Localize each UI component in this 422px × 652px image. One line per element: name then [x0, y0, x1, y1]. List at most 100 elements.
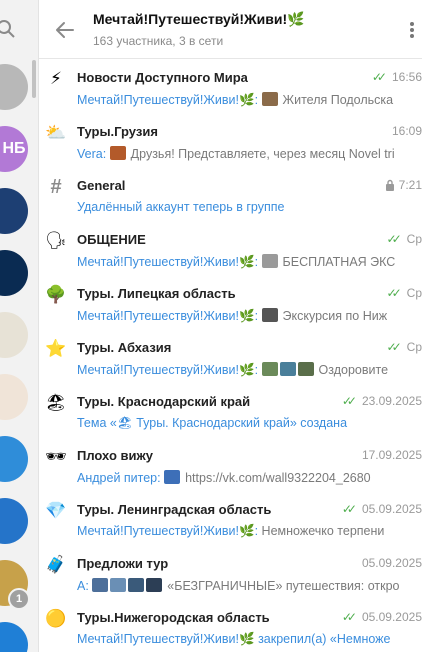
sidebar-folder-label: НБ [2, 140, 26, 157]
sidebar-folder-avatar[interactable]: НБ [0, 126, 28, 172]
read-checks-icon: ✓✓ [371, 70, 387, 84]
message-preview: A: «БЕЗГРАНИЧНЫЕ» путешествия: откро [77, 578, 400, 593]
preview-text: Жителя Подольска [282, 93, 394, 107]
sidebar-folder-avatar[interactable] [0, 250, 28, 296]
lock-icon [385, 179, 395, 191]
topic-title: Туры. Ленинградская область [77, 502, 272, 517]
sidebar-folder-avatar[interactable] [0, 498, 28, 544]
topic-meta: ✓✓ 23.09.2025 [342, 394, 422, 408]
topic-icon: # [50, 175, 62, 198]
topic-time: Ср [406, 232, 422, 246]
topic-title: Туры. Абхазия [77, 340, 172, 355]
topic-row[interactable]: # General 7:21 Удалённый аккаунт теперь в г… [39, 170, 422, 224]
media-thumbnail [92, 578, 109, 592]
sidebar-folder-avatar[interactable] [0, 374, 28, 420]
topic-row[interactable]: 🕶 Плохо вижу 17.09.2025 Андрей питер: https… [39, 440, 422, 494]
message-preview: Мечтай!Путешествуй!Живи!🌿: БЕСПЛАТНАЯ ЭК… [77, 254, 395, 270]
topic-meta: 05.09.2025 [362, 556, 422, 570]
topic-meta: ✓✓ 05.09.2025 [342, 610, 422, 624]
topic-row[interactable]: ⚡ Новости Доступного Мира ✓✓ 16:56 Мечтай!Пу… [39, 62, 422, 116]
preview-sender: Мечтай!Путешествуй!Живи!🌿: [77, 309, 259, 323]
topic-list: ⚡ Новости Доступного Мира ✓✓ 16:56 Мечтай!Пу… [39, 58, 422, 652]
topic-title: Предложи тур [77, 556, 169, 571]
topic-icon: ⛅ [45, 123, 67, 142]
topic-icon: ⭐ [45, 339, 67, 358]
topic-time: 05.09.2025 [361, 556, 422, 570]
preview-text: Оздоровите [318, 363, 389, 377]
topic-row[interactable]: 🏖 Туры. Краснодарский край ✓✓ 23.09.2025 Тем… [39, 386, 422, 440]
topic-row[interactable]: 💎 Туры. Ленинградская область ✓✓ 05.09.2025… [39, 494, 422, 548]
sidebar-folder-avatar[interactable] [0, 64, 28, 110]
preview-text: БЕСПЛАТНАЯ ЭКС [282, 255, 396, 269]
message-preview: Мечтай!Путешествуй!Живи!🌿: Оздоровите [77, 362, 388, 378]
topic-icon: ⚡ [50, 69, 62, 88]
topic-time: 7:21 [398, 178, 422, 192]
topic-time: 17.09.2025 [361, 448, 422, 462]
topic-icon: 🏖 [45, 393, 67, 412]
search-icon[interactable] [0, 18, 18, 40]
topic-title: General [77, 178, 126, 193]
topic-time: Ср [406, 286, 422, 300]
topic-meta: ✓✓ Ср [387, 232, 422, 246]
folder-sidebar: НБ 1 [0, 0, 39, 652]
media-thumbnail [109, 146, 126, 160]
topic-title: Плохо вижу [77, 448, 153, 463]
preview-text: Друзья! Представляете, через месяц Novel… [130, 147, 395, 161]
topic-row[interactable]: 🗣 ОБЩЕНИЕ ✓✓ Ср Мечтай!Путешествуй!Живи!🌿: Б… [39, 224, 422, 278]
sidebar-scrollbar[interactable] [32, 60, 36, 98]
message-preview: Удалённый аккаунт теперь в группе [77, 200, 284, 214]
preview-sender: A: [77, 579, 89, 593]
preview-sender: Мечтай!Путешествуй!Живи!🌿: [77, 363, 259, 377]
topic-meta: 16:09 [392, 124, 422, 138]
back-arrow-icon[interactable] [53, 18, 77, 42]
group-title[interactable]: Мечтай!Путешествуй!Живи!🌿 [93, 11, 305, 28]
preview-sender: Vera: [77, 147, 107, 161]
media-thumbnail [261, 92, 278, 106]
preview-text: «БЕЗГРАНИЧНЫЕ» путешествия: откро [167, 579, 400, 593]
read-checks-icon: ✓✓ [386, 340, 402, 354]
topic-row[interactable]: 🌳 Туры. Липецкая область ✓✓ Ср Мечтай!Путеше… [39, 278, 422, 332]
topic-title: Туры. Краснодарский край [77, 394, 251, 409]
topic-meta: ✓✓ 16:56 [372, 70, 422, 84]
topic-meta: 17.09.2025 [362, 448, 422, 462]
topic-row[interactable]: 🟡 Туры.Нижегородская область ✓✓ 05.09.2025 М… [39, 602, 422, 652]
topic-time: 16:09 [391, 124, 422, 138]
preview-sender: Мечтай!Путешествуй!Живи!🌿: [77, 255, 259, 269]
topic-title: Туры.Грузия [77, 124, 158, 139]
media-thumbnail [146, 578, 163, 592]
media-thumbnail [279, 362, 296, 376]
topic-icon: 🟡 [45, 609, 67, 628]
topic-time: Ср [406, 340, 422, 354]
more-menu-icon[interactable] [408, 20, 416, 40]
media-thumbnail [261, 362, 278, 376]
topic-icon: 💎 [45, 501, 67, 520]
read-checks-icon: ✓✓ [341, 610, 357, 624]
preview-text: Удалённый аккаунт теперь в группе [77, 200, 285, 214]
topic-meta: ✓✓ 05.09.2025 [342, 502, 422, 516]
topic-meta: ✓✓ Ср [387, 286, 422, 300]
preview-sender: Андрей питер: [77, 471, 161, 485]
read-checks-icon: ✓✓ [386, 232, 402, 246]
topic-row[interactable]: ⛅ Туры.Грузия 16:09 Vera: Друзья! Представл… [39, 116, 422, 170]
message-preview: Мечтай!Путешествуй!Живи!🌿: Экскурсия по … [77, 308, 387, 324]
topic-row[interactable]: ⭐ Туры. Абхазия ✓✓ Ср Мечтай!Путешествуй!Жив… [39, 332, 422, 386]
preview-text: https://vk.com/wall9322204_2680 [185, 471, 371, 485]
read-checks-icon: ✓✓ [386, 286, 402, 300]
media-thumbnail [297, 362, 314, 376]
topic-time: 05.09.2025 [361, 610, 422, 624]
media-thumbnail [110, 578, 127, 592]
topic-time: 05.09.2025 [361, 502, 422, 516]
unread-badge: 1 [8, 588, 30, 610]
media-thumbnail [128, 578, 145, 592]
group-subtitle: 163 участника, 3 в сети [93, 34, 224, 48]
topic-icon: 🌳 [45, 285, 67, 304]
preview-text: Тема «🏖 Туры. Краснодарский край» создан… [77, 416, 348, 430]
preview-sender: Мечтай!Путешествуй!Живи!🌿: [77, 524, 259, 538]
sidebar-folder-avatar[interactable] [0, 188, 28, 234]
message-preview: Тема «🏖 Туры. Краснодарский край» создан… [77, 416, 347, 431]
sidebar-folder-avatar[interactable] [0, 436, 28, 482]
sidebar-folder-avatar[interactable] [0, 312, 28, 358]
topic-row[interactable]: 🧳 Предложи тур 05.09.2025 A: «БЕЗГРАНИЧНЫЕ»… [39, 548, 422, 602]
sidebar-folder-avatar[interactable] [0, 622, 28, 652]
media-thumbnail [261, 308, 278, 322]
